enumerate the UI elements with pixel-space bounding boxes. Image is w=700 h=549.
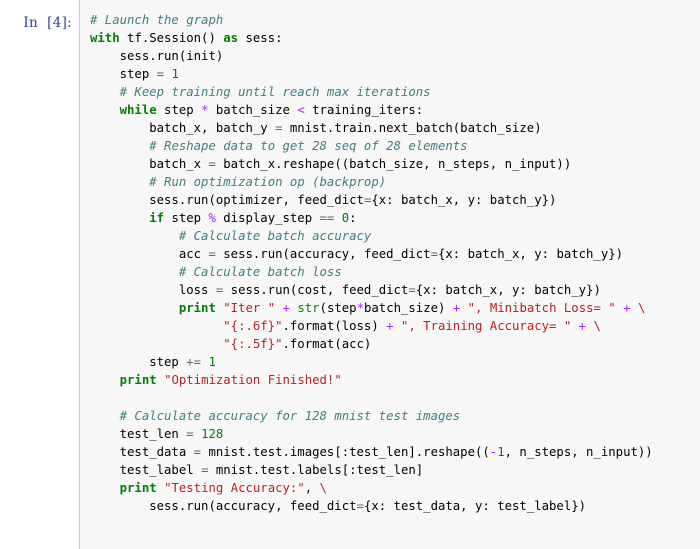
code-comment: # Reshape data to get 28 seq of 28 eleme… xyxy=(149,139,468,153)
operator-assign: = xyxy=(275,121,283,135)
line-continuation: \ xyxy=(637,301,646,315)
builtin-str: str xyxy=(297,301,320,315)
string-literal: ", Training Accuracy= " xyxy=(400,319,572,333)
operator-plus: + xyxy=(386,319,394,333)
operator-equality: == xyxy=(319,211,335,225)
operator-assign: = xyxy=(430,247,438,261)
string-literal: "Iter " xyxy=(223,301,276,315)
operator-assign: = xyxy=(156,67,165,81)
operator-less-than: < xyxy=(297,103,305,117)
operator-modulo: % xyxy=(208,211,216,225)
number-literal: 1 xyxy=(497,445,505,459)
operator-assign: = xyxy=(408,283,416,297)
keyword-print: print xyxy=(178,301,216,315)
keyword-if: if xyxy=(149,211,165,225)
line-continuation: \ xyxy=(319,481,327,495)
cell-execution-prompt: In [4]: xyxy=(23,15,72,31)
code-comment: # Run optimization op (backprop) xyxy=(149,175,387,189)
operator-plus: + xyxy=(282,301,290,315)
operator-plus: + xyxy=(578,319,587,333)
operator-assign: = xyxy=(208,157,216,171)
code-input-area[interactable]: # Launch the graph with tf.Session() as … xyxy=(79,0,700,549)
line-continuation: \ xyxy=(593,319,601,333)
keyword-while: while xyxy=(119,103,157,117)
operator-plus: + xyxy=(452,301,461,315)
operator-assign: = xyxy=(356,499,364,513)
string-literal: ", Minibatch Loss= " xyxy=(467,301,616,315)
operator-multiply: * xyxy=(356,301,364,315)
code-comment: # Launch the graph xyxy=(90,13,224,27)
python-source-code[interactable]: # Launch the graph with tf.Session() as … xyxy=(90,11,700,515)
operator-multiply: * xyxy=(201,103,209,117)
string-literal: "{:.6f}" xyxy=(223,319,283,333)
operator-assign: = xyxy=(193,445,202,459)
number-literal: 128 xyxy=(201,427,224,441)
number-literal: 1 xyxy=(208,355,216,369)
keyword-as: as xyxy=(223,31,239,45)
string-literal: "{:.5f}" xyxy=(223,337,283,351)
keyword-print: print xyxy=(119,481,157,495)
code-comment: # Keep training until reach max iteratio… xyxy=(119,85,431,99)
string-literal: "Optimization Finished!" xyxy=(164,373,342,387)
operator-assign: = xyxy=(186,427,194,441)
number-literal: 0 xyxy=(341,211,350,225)
notebook-page: In [4]: # Launch the graph with tf.Sessi… xyxy=(0,0,700,549)
code-comment: # Calculate batch accuracy xyxy=(178,229,372,243)
operator-assign: = xyxy=(201,463,209,477)
operator-assign: = xyxy=(215,283,224,297)
string-literal: "Testing Accuracy:" xyxy=(164,481,305,495)
number-literal: 1 xyxy=(171,67,179,81)
code-cell[interactable]: In [4]: # Launch the graph with tf.Sessi… xyxy=(0,0,700,549)
operator-assign: = xyxy=(208,247,216,261)
operator-plus: + xyxy=(623,301,631,315)
operator-assign: = xyxy=(363,193,372,207)
code-comment: # Calculate accuracy for 128 mnist test … xyxy=(119,409,461,423)
keyword-with: with xyxy=(90,31,120,45)
operator-plus-assign: += xyxy=(186,355,202,369)
code-comment: # Calculate batch loss xyxy=(178,265,342,279)
keyword-print: print xyxy=(119,373,157,387)
